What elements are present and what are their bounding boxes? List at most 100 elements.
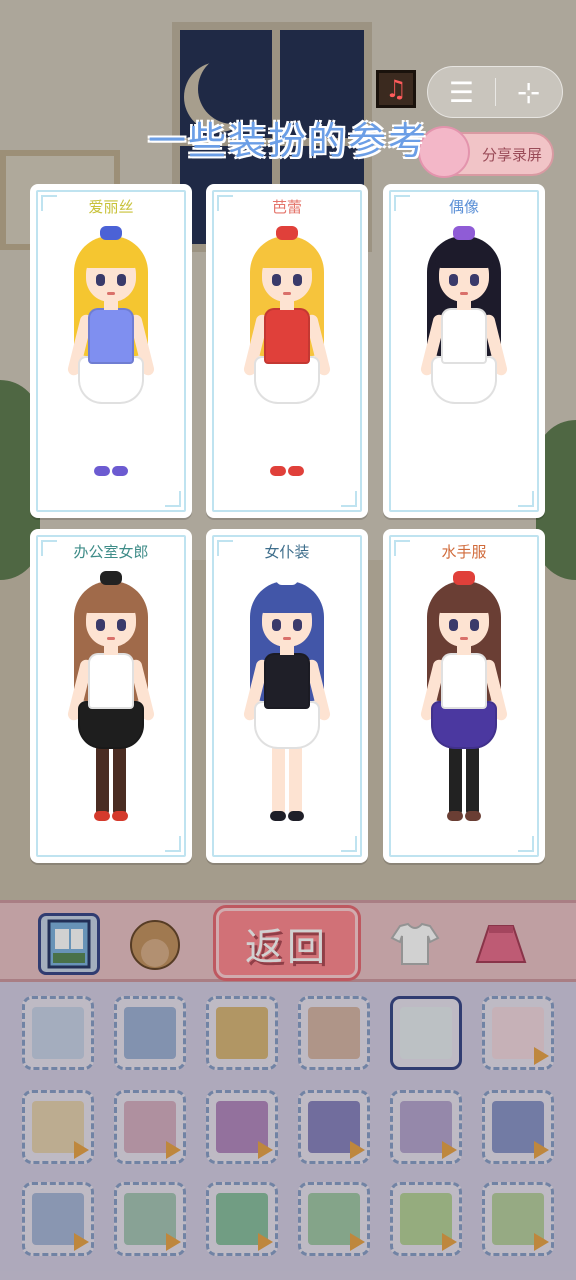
character-leg <box>289 745 302 815</box>
character-illustration <box>56 224 166 494</box>
video-unlock-icon <box>350 1141 365 1159</box>
music-note-icon: ♫ <box>385 75 407 103</box>
background-slot[interactable] <box>22 1182 94 1256</box>
character-top <box>264 653 310 709</box>
character-top <box>264 308 310 364</box>
character-leg <box>466 400 479 470</box>
character-leg <box>113 745 126 815</box>
hair-tab[interactable] <box>124 913 186 975</box>
background-slot[interactable] <box>206 996 278 1070</box>
background-slot[interactable] <box>206 1182 278 1256</box>
character-eye <box>96 274 105 286</box>
background-thumbnail <box>308 1007 360 1059</box>
character-shoe <box>94 811 110 821</box>
character-mouth <box>107 637 115 640</box>
background-slot[interactable] <box>22 1090 94 1164</box>
background-thumbnail <box>32 1007 84 1059</box>
card-title: 办公室女郎 <box>73 543 149 561</box>
video-unlock-icon <box>258 1141 273 1159</box>
top-tab[interactable] <box>384 913 446 975</box>
character-mouth <box>107 292 115 295</box>
background-thumbnail <box>400 1007 452 1059</box>
character-accessory <box>100 571 122 585</box>
skirt-tab[interactable] <box>470 913 532 975</box>
background-slot[interactable] <box>298 1090 370 1164</box>
reference-card[interactable]: 女仆装 <box>206 529 368 863</box>
video-unlock-icon <box>350 1233 365 1251</box>
character-illustration <box>232 569 342 839</box>
character-shoe <box>112 811 128 821</box>
character-leg <box>272 745 285 815</box>
character-leg <box>96 400 109 470</box>
item-grid <box>0 982 576 1280</box>
background-slot[interactable] <box>114 1090 186 1164</box>
background-slot[interactable] <box>482 1182 554 1256</box>
background-slot[interactable] <box>390 1090 462 1164</box>
character-mouth <box>283 292 291 295</box>
music-toggle-button[interactable]: ♫ <box>376 70 416 108</box>
background-thumbnail <box>216 1007 268 1059</box>
reference-card[interactable]: 爱丽丝 <box>30 184 192 518</box>
background-slot[interactable] <box>298 996 370 1070</box>
character-eye <box>272 274 281 286</box>
target-close-icon: ⊹ <box>517 75 541 109</box>
card-title: 芭蕾 <box>271 198 302 216</box>
reference-card[interactable]: 办公室女郎 <box>30 529 192 863</box>
background-slot[interactable] <box>390 1182 462 1256</box>
card-title: 偶像 <box>448 198 479 216</box>
character-mouth <box>283 637 291 640</box>
character-eye <box>449 619 458 631</box>
character-illustration <box>409 569 519 839</box>
character-eye <box>293 274 302 286</box>
reference-card[interactable]: 水手服 <box>383 529 545 863</box>
background-slot[interactable] <box>482 996 554 1070</box>
background-slot[interactable] <box>390 996 462 1070</box>
character-bangs <box>258 583 316 613</box>
character-bangs <box>258 238 316 268</box>
character-mouth <box>460 292 468 295</box>
background-slot[interactable] <box>22 996 94 1070</box>
character-shoe <box>465 811 481 821</box>
card-title: 女仆装 <box>264 543 310 561</box>
return-button[interactable]: 返回 <box>216 908 358 978</box>
character-leg <box>272 400 285 470</box>
character-accessory <box>100 226 122 240</box>
background-slot[interactable] <box>114 996 186 1070</box>
top-icon <box>390 922 440 965</box>
video-unlock-icon <box>534 1047 549 1065</box>
character-shoe <box>288 466 304 476</box>
background-slot[interactable] <box>298 1182 370 1256</box>
video-unlock-icon <box>442 1141 457 1159</box>
video-unlock-icon <box>534 1233 549 1251</box>
background-slot[interactable] <box>206 1090 278 1164</box>
video-unlock-icon <box>74 1141 89 1159</box>
background-tab[interactable] <box>38 913 100 975</box>
video-unlock-icon <box>166 1233 181 1251</box>
character-eye <box>96 619 105 631</box>
character-shoe <box>270 811 286 821</box>
character-bangs <box>435 583 493 613</box>
character-leg <box>449 745 462 815</box>
card-title: 水手服 <box>441 543 487 561</box>
hair-icon <box>130 920 180 970</box>
reference-card[interactable]: 偶像 <box>383 184 545 518</box>
background-icon <box>47 919 91 969</box>
character-bangs <box>435 238 493 268</box>
character-mouth <box>460 637 468 640</box>
return-label: 返回 <box>244 924 329 969</box>
character-top <box>88 308 134 364</box>
character-top <box>88 653 134 709</box>
character-shoe <box>447 811 463 821</box>
video-unlock-icon <box>74 1233 89 1251</box>
character-leg <box>113 400 126 470</box>
character-accessory <box>276 226 298 240</box>
character-eye <box>470 619 479 631</box>
character-eye <box>117 619 126 631</box>
background-slot[interactable] <box>114 1182 186 1256</box>
character-top <box>441 653 487 709</box>
background-slot[interactable] <box>482 1090 554 1164</box>
character-shoe <box>112 466 128 476</box>
reference-card[interactable]: 芭蕾 <box>206 184 368 518</box>
character-top <box>441 308 487 364</box>
video-unlock-icon <box>166 1141 181 1159</box>
